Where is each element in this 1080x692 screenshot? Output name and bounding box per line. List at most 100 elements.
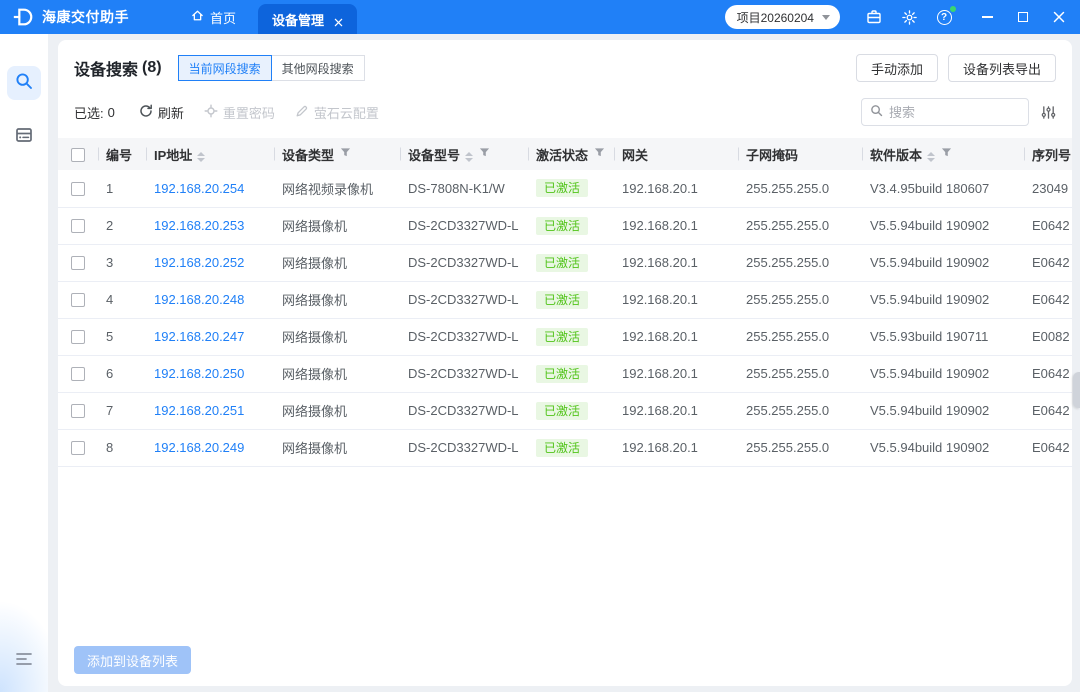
titlebar: 海康交付助手 首页 设备管理 项目20260204 [0,0,1080,34]
row-checkbox[interactable] [71,182,85,196]
help-badge [950,6,956,12]
row-checkbox[interactable] [71,293,85,307]
column-settings-icon[interactable] [1041,105,1056,120]
cell-index: 8 [98,429,146,466]
column-header-ip: IP地址 [146,138,274,170]
table-row[interactable]: 7192.168.20.251网络摄像机DS-2CD3327WD-L已激活192… [58,392,1072,429]
menu-collapse-icon[interactable] [7,642,41,676]
sidebar-item-device-search[interactable] [7,66,41,100]
cell-index: 3 [98,244,146,281]
cell-gateway: 192.168.20.1 [614,355,738,392]
cell-serial: 23049 [1024,170,1072,207]
project-select[interactable]: 项目20260204 [725,5,840,29]
tab-home[interactable]: 首页 [177,0,250,34]
table-row[interactable]: 2192.168.20.253网络摄像机DS-2CD3327WD-L已激活192… [58,207,1072,244]
table-row[interactable]: 3192.168.20.252网络摄像机DS-2CD3327WD-L已激活192… [58,244,1072,281]
cell-subnet-mask: 255.255.255.0 [738,318,862,355]
reset-password-button[interactable]: 重置密码 [204,103,275,122]
column-label-version: 软件版本 [870,148,922,163]
help-icon[interactable]: ? [935,8,953,26]
cell-device-type: 网络摄像机 [274,244,400,281]
device-ip-link[interactable]: 192.168.20.249 [154,440,244,455]
device-ip-link[interactable]: 192.168.20.254 [154,181,244,196]
add-to-device-list-button[interactable]: 添加到设备列表 [74,646,191,674]
cell-subnet-mask: 255.255.255.0 [738,207,862,244]
table-row[interactable]: 8192.168.20.249网络摄像机DS-2CD3327WD-L已激活192… [58,429,1072,466]
table-row[interactable]: 6192.168.20.250网络摄像机DS-2CD3327WD-L已激活192… [58,355,1072,392]
device-table: 编号IP地址设备类型设备型号激活状态网关子网掩码软件版本序列号 1192.168… [58,138,1072,467]
sidebar-item-device-list[interactable] [7,120,41,154]
device-ip-link[interactable]: 192.168.20.251 [154,403,244,418]
cell-device-type: 网络摄像机 [274,281,400,318]
column-label-mask: 子网掩码 [746,148,798,163]
sort-icon-ip[interactable] [197,152,205,162]
cell-firmware-version: V3.4.95build 180607 [862,170,1024,207]
column-label-ip: IP地址 [154,148,192,163]
titlebar-right: 项目20260204 ? [725,5,1080,29]
device-ip-link[interactable]: 192.168.20.253 [154,218,244,233]
filter-icon-model[interactable] [479,146,490,161]
window-controls [980,10,1066,24]
tab-device-management[interactable]: 设备管理 [258,4,357,34]
column-header-serial: 序列号 [1024,138,1072,170]
page-title: 设备搜索 [74,56,138,80]
filter-icon-status[interactable] [594,146,605,161]
device-ip-link[interactable]: 192.168.20.247 [154,329,244,344]
column-header-mask: 子网掩码 [738,138,862,170]
cell-subnet-mask: 255.255.255.0 [738,244,862,281]
minimize-button[interactable] [980,10,994,24]
device-ip-link[interactable]: 192.168.20.250 [154,366,244,381]
cell-serial: E0642 [1024,207,1072,244]
ezviz-config-button[interactable]: 萤石云配置 [295,103,379,122]
tab-other-subnet[interactable]: 其他网段搜索 [271,55,365,81]
table-row[interactable]: 4192.168.20.248网络摄像机DS-2CD3327WD-L已激活192… [58,281,1072,318]
sort-icon-model[interactable] [465,152,473,162]
status-badge: 已激活 [536,254,588,272]
status-badge: 已激活 [536,217,588,235]
cell-subnet-mask: 255.255.255.0 [738,355,862,392]
cell-device-model: DS-2CD3327WD-L [400,207,528,244]
column-label-gateway: 网关 [622,148,648,163]
row-checkbox[interactable] [71,256,85,270]
cell-device-model: DS-2CD3327WD-L [400,429,528,466]
manual-add-button[interactable]: 手动添加 [856,54,938,82]
select-all-checkbox[interactable] [71,148,85,162]
row-checkbox[interactable] [71,219,85,233]
column-header-gateway: 网关 [614,138,738,170]
column-label-type: 设备类型 [282,148,334,163]
tab-home-label: 首页 [210,8,236,27]
tab-current-subnet[interactable]: 当前网段搜索 [178,55,272,81]
drawer-handle[interactable] [1073,372,1080,408]
cell-gateway: 192.168.20.1 [614,429,738,466]
cell-device-model: DS-2CD3327WD-L [400,281,528,318]
device-count: (8) [142,59,162,77]
refresh-button[interactable]: 刷新 [139,103,184,122]
filter-icon-type[interactable] [340,146,351,161]
tab-close-icon[interactable] [334,15,343,24]
status-badge: 已激活 [536,328,588,346]
app-name: 海康交付助手 [42,7,129,27]
cell-device-type: 网络视频录像机 [274,170,400,207]
row-checkbox[interactable] [71,404,85,418]
maximize-button[interactable] [1016,10,1030,24]
table-row[interactable]: 5192.168.20.247网络摄像机DS-2CD3327WD-L已激活192… [58,318,1072,355]
close-button[interactable] [1052,10,1066,24]
row-checkbox[interactable] [71,367,85,381]
filter-icon-version[interactable] [941,146,952,161]
cell-device-model: DS-2CD3327WD-L [400,355,528,392]
device-ip-link[interactable]: 192.168.20.252 [154,255,244,270]
search-input[interactable] [889,105,1020,120]
sidebar [0,34,48,692]
cell-subnet-mask: 255.255.255.0 [738,170,862,207]
table-row[interactable]: 1192.168.20.254网络视频录像机DS-7808N-K1/W已激活19… [58,170,1072,207]
device-ip-link[interactable]: 192.168.20.248 [154,292,244,307]
toolbar: 已选: 0 刷新 重置密码 [58,82,1072,138]
row-checkbox[interactable] [71,330,85,344]
toolbox-icon[interactable] [865,8,883,26]
device-search-card: 设备搜索 (8) 当前网段搜索 其他网段搜索 手动添加 设备列表导出 已选: 0 [58,40,1072,686]
row-checkbox[interactable] [71,441,85,455]
status-badge: 已激活 [536,402,588,420]
export-device-list-button[interactable]: 设备列表导出 [948,54,1056,82]
settings-gear-icon[interactable] [900,8,918,26]
sort-icon-version[interactable] [927,152,935,162]
